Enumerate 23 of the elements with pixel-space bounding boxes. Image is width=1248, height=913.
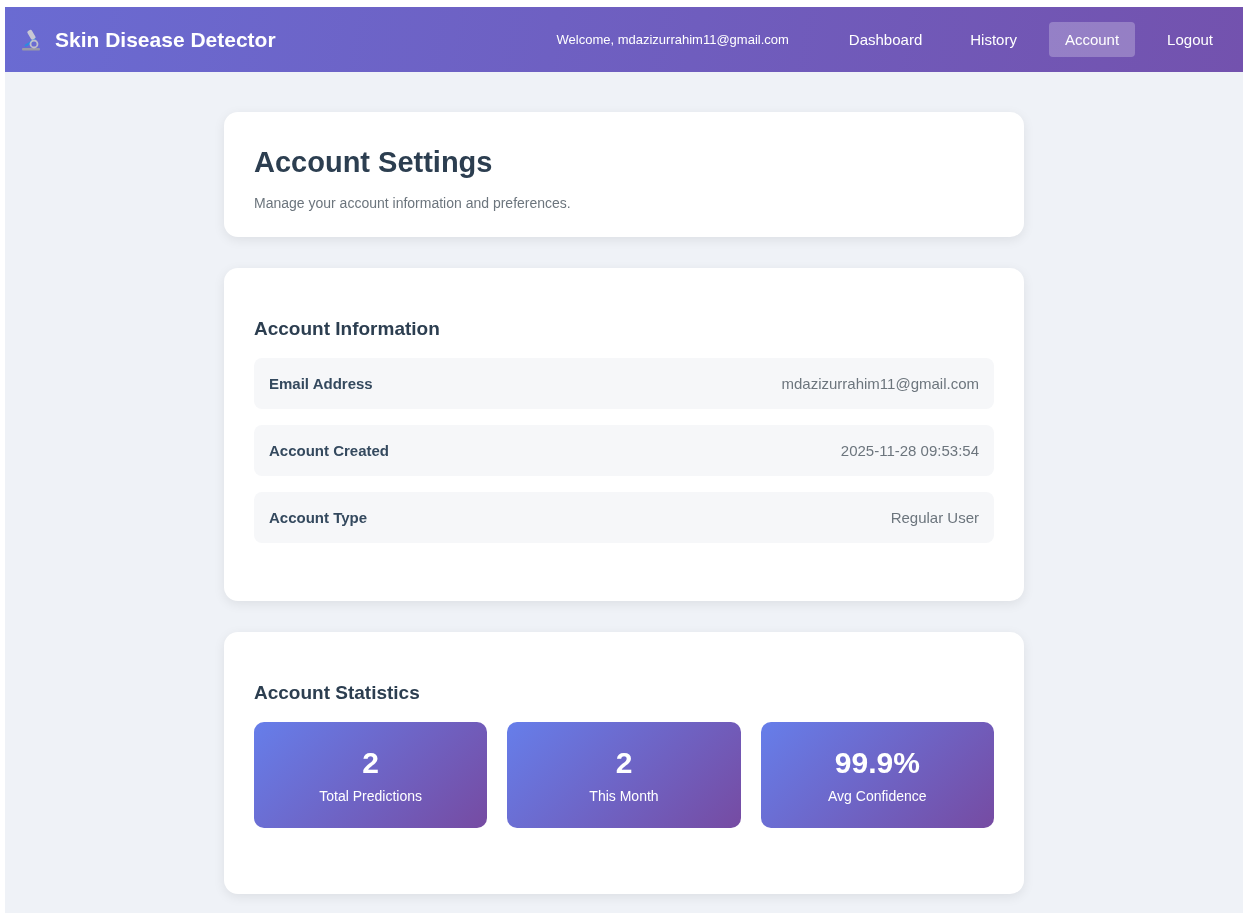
welcome-text: Welcome, mdazizurrahim11@gmail.com: [556, 32, 789, 47]
stat-value: 2: [362, 746, 379, 780]
stat-value: 2: [615, 746, 633, 780]
section-title: Account Information: [254, 318, 441, 340]
stat-label: This Month: [589, 788, 659, 804]
info-value: mdazizurrahim11@gmail.com: [781, 375, 979, 392]
stat-label: Total Predictions: [319, 788, 422, 804]
nav-link[interactable]: Logout: [1151, 22, 1229, 57]
info-label: Account Type: [269, 509, 368, 526]
page-subtitle: Manage your account information and preferences.: [254, 195, 572, 211]
nav-link[interactable]: Dashboard: [832, 22, 939, 57]
info-value: 2025-11-28 09:53:54: [840, 442, 979, 459]
nav-link[interactable]: Account: [1048, 22, 1136, 57]
info-label: Account Created: [269, 442, 390, 459]
page-title: Account Settings: [254, 146, 494, 179]
stat-label: Avg Confidence: [828, 788, 927, 804]
microscope-icon: [19, 27, 43, 52]
nav-link[interactable]: History: [954, 22, 1033, 57]
info-label: Email Address: [269, 375, 373, 392]
section-title: Account Statistics: [254, 682, 421, 704]
stat-value: 99.9%: [834, 746, 920, 780]
info-value: Regular User: [890, 509, 979, 526]
brand-title: Skin Disease Detector: [55, 27, 276, 52]
